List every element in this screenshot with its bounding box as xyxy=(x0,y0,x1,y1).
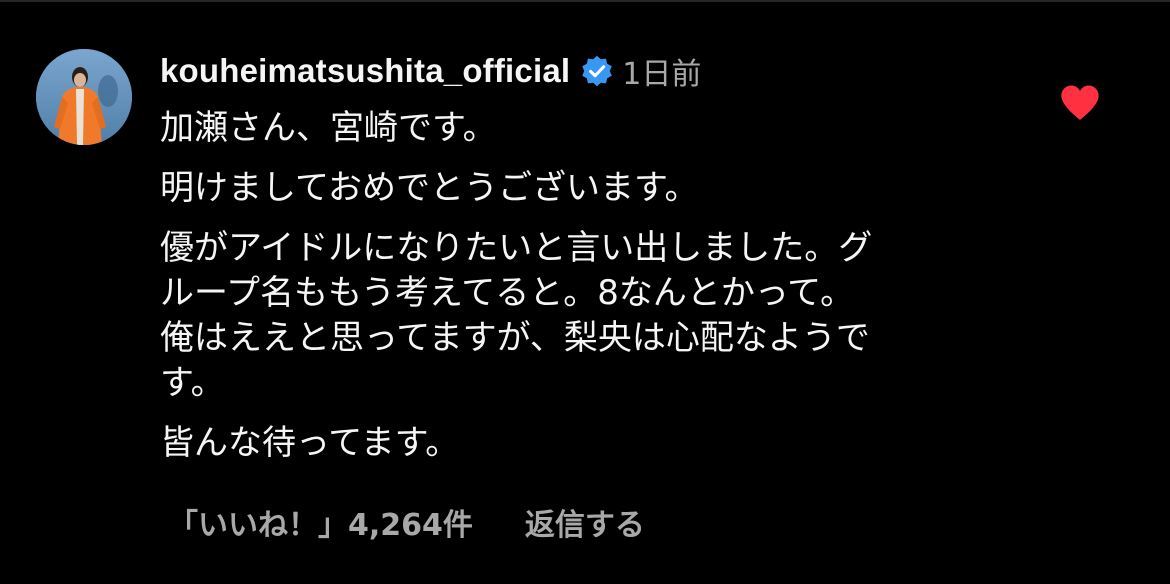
comment-line: 俺はええと思ってますが、梨央は心配なようで xyxy=(160,318,870,358)
comment-header: kouheimatsushita_official 1日前 xyxy=(160,50,701,92)
likes-count[interactable]: 「いいね！」4,264件 xyxy=(168,500,473,544)
comment-line: 皆んな待ってます。 xyxy=(160,423,460,463)
avatar[interactable] xyxy=(36,49,132,145)
reply-button[interactable]: 返信する xyxy=(525,500,645,544)
comment-line: 加瀬さん、宮崎です。 xyxy=(160,108,497,148)
comment-line: 明けましておめでとうございます。 xyxy=(160,168,699,208)
comment-line: す。 xyxy=(160,363,225,403)
verified-badge-icon xyxy=(580,54,614,88)
comment-text: 加瀬さん、宮崎です。 明けましておめでとうございます。 優がアイドルになりたいと… xyxy=(160,106,1000,466)
timestamp: 1日前 xyxy=(622,57,702,92)
comment-footer: 「いいね！」4,264件 返信する xyxy=(168,500,645,544)
heart-filled-icon[interactable] xyxy=(1060,84,1100,122)
top-divider xyxy=(0,0,1170,2)
comment-line: ループ名ももう考えてると。8なんとかって。 xyxy=(160,273,855,313)
username[interactable]: kouheimatsushita_official xyxy=(160,52,570,90)
comment-line: 優がアイドルになりたいと言い出しました。グ xyxy=(160,228,873,268)
